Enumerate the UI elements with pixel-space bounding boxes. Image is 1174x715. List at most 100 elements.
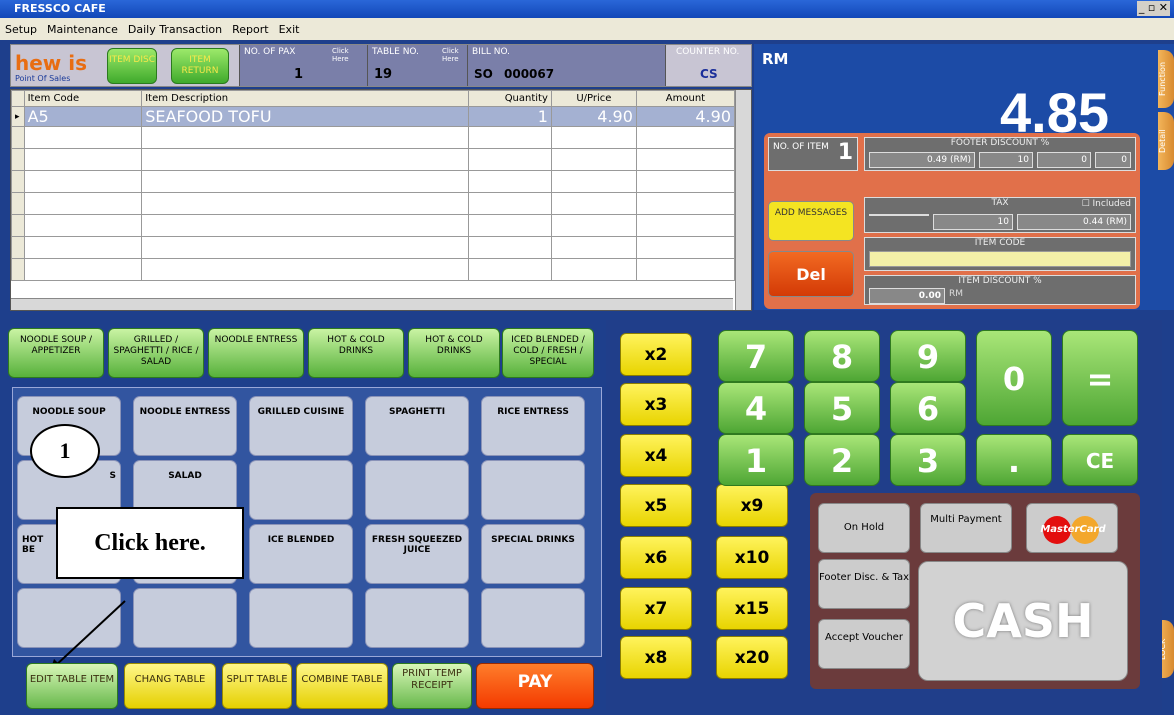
item-empty-3[interactable] — [481, 460, 585, 520]
footer-disc-pct[interactable]: 10 — [979, 152, 1033, 168]
col-uprice[interactable]: U/Price — [550, 90, 637, 107]
logo-subtitle: Point Of Sales — [15, 74, 71, 83]
item-rice-entress[interactable]: RICE ENTRESS — [481, 396, 585, 456]
pax-label: NO. OF PAX — [244, 47, 296, 57]
menu-report[interactable]: Report — [227, 18, 273, 41]
horizontal-scrollbar[interactable] — [11, 298, 733, 310]
footer-disc-value-2[interactable]: 0 — [1095, 152, 1131, 168]
multiplier-x4-button[interactable]: x4 — [620, 434, 692, 477]
print-temp-receipt-button[interactable]: PRINT TEMP RECEIPT — [392, 663, 472, 709]
item-empty-9[interactable] — [481, 588, 585, 648]
on-hold-button[interactable]: On Hold — [818, 503, 910, 553]
table-click-here[interactable]: Click Here — [442, 47, 466, 63]
accept-voucher-button[interactable]: Accept Voucher — [818, 619, 910, 669]
numpad-4[interactable]: 4 — [718, 382, 794, 434]
numpad-0[interactable]: 0 — [976, 330, 1052, 426]
pay-button[interactable]: PAY — [476, 663, 594, 709]
function-tab[interactable]: Function — [1158, 50, 1174, 108]
item-code-box: ITEM CODE — [864, 237, 1136, 271]
category-bar: NOODLE SOUP / APPETIZER GRILLED / SPAGHE… — [8, 328, 598, 380]
detail-tab[interactable]: Detail — [1158, 112, 1174, 170]
edit-table-item-button[interactable]: EDIT TABLE ITEM — [26, 663, 118, 709]
menu-exit[interactable]: Exit — [274, 18, 305, 41]
numpad-5[interactable]: 5 — [804, 382, 880, 434]
split-table-button[interactable]: SPLIT TABLE — [222, 663, 292, 709]
delete-button[interactable]: Del — [768, 251, 854, 297]
item-disc-rm[interactable]: 0.00 — [869, 288, 945, 304]
multiplier-x3-button[interactable]: x3 — [620, 383, 692, 426]
multiplier-x20-button[interactable]: x20 — [716, 636, 788, 679]
counter-cell: COUNTER NO. CS — [665, 45, 751, 86]
menu-bar: Setup Maintenance Daily Transaction Report E… — [0, 18, 1174, 40]
numpad-8[interactable]: 8 — [804, 330, 880, 382]
tax-pct[interactable]: 10 — [933, 214, 1013, 230]
combine-table-button[interactable]: COMBINE TABLE — [296, 663, 388, 709]
multiplier-x8-button[interactable]: x8 — [620, 636, 692, 679]
footer-disc-tax-button[interactable]: Footer Disc. & Tax — [818, 559, 910, 609]
category-noodle-soup[interactable]: NOODLE SOUP / APPETIZER — [8, 328, 104, 378]
item-noodle-entress[interactable]: NOODLE ENTRESS — [133, 396, 237, 456]
pax-value: 1 — [294, 67, 304, 82]
item-ice-blended[interactable]: ICE BLENDED — [249, 524, 353, 584]
numpad-3[interactable]: 3 — [890, 434, 966, 486]
item-disc-button[interactable]: ITEM DISC — [107, 48, 157, 84]
multi-payment-button[interactable]: Multi Payment — [920, 503, 1012, 553]
vertical-scrollbar[interactable] — [735, 90, 751, 310]
window-controls[interactable]: _ ▫ ✕ — [1136, 1, 1170, 16]
col-amount[interactable]: Amount — [635, 90, 736, 107]
multiplier-x9-button[interactable]: x9 — [716, 484, 788, 527]
numpad-7[interactable]: 7 — [718, 330, 794, 382]
menu-daily-transaction[interactable]: Daily Transaction — [123, 18, 227, 41]
add-messages-button[interactable]: ADD MESSAGES — [768, 201, 854, 241]
pax-click-here[interactable]: Click Here — [332, 47, 362, 63]
item-code-input[interactable] — [869, 251, 1131, 267]
tax-field-blank[interactable] — [869, 214, 929, 216]
app-title: FRESSCO CAFE — [14, 2, 106, 15]
multiplier-x10-button[interactable]: x10 — [716, 536, 788, 579]
item-empty-2[interactable] — [365, 460, 469, 520]
included-label: Included — [1092, 199, 1131, 209]
mastercard-button[interactable]: MasterCard — [1026, 503, 1118, 553]
numpad-clear-entry[interactable]: CE — [1062, 434, 1138, 486]
menu-setup[interactable]: Setup — [0, 18, 42, 41]
item-empty-1[interactable] — [249, 460, 353, 520]
multiplier-x2-button[interactable]: x2 — [620, 333, 692, 376]
item-spaghetti[interactable]: SPAGHETTI — [365, 396, 469, 456]
col-item-code[interactable]: Item Code — [23, 90, 143, 107]
item-return-button[interactable]: ITEM RETURN — [171, 48, 229, 84]
multiplier-x15-button[interactable]: x15 — [716, 587, 788, 630]
numpad-6[interactable]: 6 — [890, 382, 966, 434]
numpad-decimal[interactable]: . — [976, 434, 1052, 486]
col-quantity[interactable]: Quantity — [468, 90, 552, 107]
item-empty-7[interactable] — [249, 588, 353, 648]
included-checkbox[interactable]: ☐ Included — [1082, 199, 1131, 209]
tax-rm[interactable]: 0.44 (RM) — [1017, 214, 1131, 230]
category-hot-cold-1[interactable]: HOT & COLD DRINKS — [308, 328, 404, 378]
pax-cell[interactable]: NO. OF PAX Click Here 1 — [239, 45, 367, 86]
item-special-drinks[interactable]: SPECIAL DRINKS — [481, 524, 585, 584]
item-fresh-juice[interactable]: FRESH SQUEEZED JUICE — [365, 524, 469, 584]
item-empty-8[interactable] — [365, 588, 469, 648]
footer-disc-rm[interactable]: 0.49 (RM) — [869, 152, 975, 168]
numpad-9[interactable]: 9 — [890, 330, 966, 382]
order-grid[interactable]: Item Code Item Description Quantity U/Pr… — [10, 89, 752, 311]
col-item-description[interactable]: Item Description — [141, 90, 470, 107]
footer-disc-value[interactable]: 0 — [1037, 152, 1091, 168]
multiplier-x7-button[interactable]: x7 — [620, 587, 692, 630]
table-row[interactable]: ▸ A5 SEAFOOD TOFU 1 4.90 4.90 — [11, 106, 736, 127]
item-grilled-cuisine[interactable]: GRILLED CUISINE — [249, 396, 353, 456]
numpad-equals[interactable]: = — [1062, 330, 1138, 426]
cash-button[interactable]: CASH — [918, 561, 1128, 681]
category-noodle-entress[interactable]: NOODLE ENTRESS — [208, 328, 304, 378]
menu-maintenance[interactable]: Maintenance — [42, 18, 123, 41]
multiplier-x5-button[interactable]: x5 — [620, 484, 692, 527]
change-table-button[interactable]: CHANG TABLE — [124, 663, 216, 709]
category-grilled[interactable]: GRILLED / SPAGHETTI / RICE / SALAD — [108, 328, 204, 378]
item-hot-label: HOT — [22, 535, 44, 545]
category-iced-blended[interactable]: ICED BLENDED / COLD / FRESH / SPECIAL — [502, 328, 594, 378]
table-cell[interactable]: TABLE NO. Click Here 19 — [367, 45, 467, 86]
multiplier-x6-button[interactable]: x6 — [620, 536, 692, 579]
numpad-2[interactable]: 2 — [804, 434, 880, 486]
numpad-1[interactable]: 1 — [718, 434, 794, 486]
category-hot-cold-2[interactable]: HOT & COLD DRINKS — [408, 328, 500, 378]
